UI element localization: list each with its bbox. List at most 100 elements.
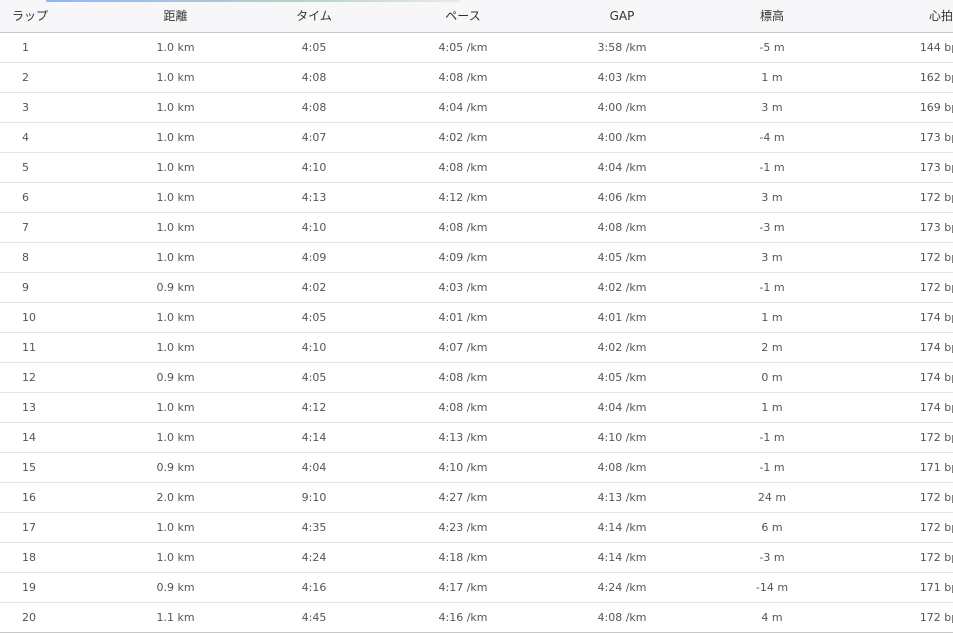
distance-cell: 0.9 km <box>67 272 284 303</box>
lap-number-cell: 17 <box>0 512 67 543</box>
gap-cell: 4:08 /km <box>582 452 662 483</box>
distance-cell: 1.0 km <box>67 212 284 243</box>
lap-row[interactable]: 141.0 km4:144:13 /km4:10 /km-1 m172 bpm <box>0 422 953 453</box>
header-elevation[interactable]: 標高 <box>662 0 882 33</box>
pace-cell: 4:10 /km <box>344 452 582 483</box>
heart-rate-cell: 174 bpm <box>882 362 953 393</box>
lap-row[interactable]: 11.0 km4:054:05 /km3:58 /km-5 m144 bpm <box>0 32 953 63</box>
elevation-cell: -1 m <box>662 272 882 303</box>
gap-cell: 4:03 /km <box>582 62 662 93</box>
lap-number-cell: 10 <box>0 302 67 333</box>
lap-number-cell: 6 <box>0 182 67 213</box>
lap-row[interactable]: 190.9 km4:164:17 /km4:24 /km-14 m171 bpm <box>0 572 953 603</box>
header-heart-rate[interactable]: 心拍数 <box>882 0 953 33</box>
heart-rate-cell: 172 bpm <box>882 272 953 303</box>
pace-cell: 4:07 /km <box>344 332 582 363</box>
lap-row[interactable]: 71.0 km4:104:08 /km4:08 /km-3 m173 bpm <box>0 212 953 243</box>
distance-cell: 2.0 km <box>67 482 284 513</box>
header-gap[interactable]: GAP <box>582 0 662 33</box>
lap-row[interactable]: 31.0 km4:084:04 /km4:00 /km3 m169 bpm <box>0 92 953 123</box>
heart-rate-cell: 172 bpm <box>882 542 953 573</box>
time-cell: 4:16 <box>284 572 344 603</box>
elevation-cell: 1 m <box>662 62 882 93</box>
elevation-cell: -1 m <box>662 452 882 483</box>
lap-number-cell: 15 <box>0 452 67 483</box>
elevation-cell: 3 m <box>662 242 882 273</box>
lap-number-cell: 7 <box>0 212 67 243</box>
lap-row[interactable]: 171.0 km4:354:23 /km4:14 /km6 m172 bpm <box>0 512 953 543</box>
header-lap[interactable]: ラップ <box>0 0 67 33</box>
elevation-cell: 3 m <box>662 92 882 123</box>
distance-cell: 1.0 km <box>67 32 284 63</box>
heart-rate-cell: 174 bpm <box>882 332 953 363</box>
elevation-cell: -4 m <box>662 122 882 153</box>
time-cell: 4:10 <box>284 152 344 183</box>
heart-rate-cell: 174 bpm <box>882 392 953 423</box>
heart-rate-cell: 173 bpm <box>882 152 953 183</box>
pace-cell: 4:01 /km <box>344 302 582 333</box>
pace-cell: 4:27 /km <box>344 482 582 513</box>
gap-cell: 4:14 /km <box>582 512 662 543</box>
pace-cell: 4:02 /km <box>344 122 582 153</box>
elevation-cell: -3 m <box>662 542 882 573</box>
gap-cell: 4:10 /km <box>582 422 662 453</box>
gap-cell: 4:08 /km <box>582 602 662 633</box>
time-cell: 4:04 <box>284 452 344 483</box>
time-cell: 4:07 <box>284 122 344 153</box>
pace-cell: 4:08 /km <box>344 152 582 183</box>
distance-cell: 0.9 km <box>67 452 284 483</box>
header-time[interactable]: タイム <box>284 0 344 33</box>
lap-number-cell: 19 <box>0 572 67 603</box>
lap-row[interactable]: 61.0 km4:134:12 /km4:06 /km3 m172 bpm <box>0 182 953 213</box>
lap-row[interactable]: 162.0 km9:104:27 /km4:13 /km24 m172 bpm <box>0 482 953 513</box>
pace-cell: 4:08 /km <box>344 62 582 93</box>
lap-row[interactable]: 120.9 km4:054:08 /km4:05 /km0 m174 bpm <box>0 362 953 393</box>
gap-cell: 3:58 /km <box>582 32 662 63</box>
lap-row[interactable]: 150.9 km4:044:10 /km4:08 /km-1 m171 bpm <box>0 452 953 483</box>
pace-cell: 4:23 /km <box>344 512 582 543</box>
elevation-cell: -5 m <box>662 32 882 63</box>
time-cell: 4:08 <box>284 62 344 93</box>
lap-row[interactable]: 21.0 km4:084:08 /km4:03 /km1 m162 bpm <box>0 62 953 93</box>
lap-number-cell: 2 <box>0 62 67 93</box>
lap-row[interactable]: 111.0 km4:104:07 /km4:02 /km2 m174 bpm <box>0 332 953 363</box>
lap-row[interactable]: 81.0 km4:094:09 /km4:05 /km3 m172 bpm <box>0 242 953 273</box>
heart-rate-cell: 171 bpm <box>882 572 953 603</box>
lap-number-cell: 9 <box>0 272 67 303</box>
heart-rate-cell: 172 bpm <box>882 182 953 213</box>
lap-row[interactable]: 101.0 km4:054:01 /km4:01 /km1 m174 bpm <box>0 302 953 333</box>
pace-cell: 4:13 /km <box>344 422 582 453</box>
heart-rate-cell: 172 bpm <box>882 512 953 543</box>
lap-row[interactable]: 51.0 km4:104:08 /km4:04 /km-1 m173 bpm <box>0 152 953 183</box>
gap-cell: 4:08 /km <box>582 212 662 243</box>
pace-cell: 4:08 /km <box>344 212 582 243</box>
heart-rate-cell: 172 bpm <box>882 602 953 633</box>
distance-cell: 0.9 km <box>67 362 284 393</box>
heart-rate-cell: 144 bpm <box>882 32 953 63</box>
distance-cell: 0.9 km <box>67 572 284 603</box>
gap-cell: 4:04 /km <box>582 152 662 183</box>
gap-cell: 4:02 /km <box>582 272 662 303</box>
elevation-cell: 4 m <box>662 602 882 633</box>
time-cell: 4:05 <box>284 32 344 63</box>
header-pace[interactable]: ペース <box>344 0 582 33</box>
lap-row[interactable]: 201.1 km4:454:16 /km4:08 /km4 m172 bpm <box>0 602 953 633</box>
elevation-cell: -1 m <box>662 422 882 453</box>
lap-row[interactable]: 181.0 km4:244:18 /km4:14 /km-3 m172 bpm <box>0 542 953 573</box>
pace-cell: 4:17 /km <box>344 572 582 603</box>
pace-cell: 4:08 /km <box>344 392 582 423</box>
time-cell: 4:13 <box>284 182 344 213</box>
gap-cell: 4:24 /km <box>582 572 662 603</box>
lap-number-cell: 11 <box>0 332 67 363</box>
distance-cell: 1.1 km <box>67 602 284 633</box>
lap-row[interactable]: 131.0 km4:124:08 /km4:04 /km1 m174 bpm <box>0 392 953 423</box>
gap-cell: 4:13 /km <box>582 482 662 513</box>
elevation-cell: 3 m <box>662 182 882 213</box>
time-cell: 9:10 <box>284 482 344 513</box>
distance-cell: 1.0 km <box>67 122 284 153</box>
lap-row[interactable]: 41.0 km4:074:02 /km4:00 /km-4 m173 bpm <box>0 122 953 153</box>
distance-cell: 1.0 km <box>67 542 284 573</box>
lap-row[interactable]: 90.9 km4:024:03 /km4:02 /km-1 m172 bpm <box>0 272 953 303</box>
header-distance[interactable]: 距離 <box>67 0 284 33</box>
elevation-cell: -1 m <box>662 152 882 183</box>
